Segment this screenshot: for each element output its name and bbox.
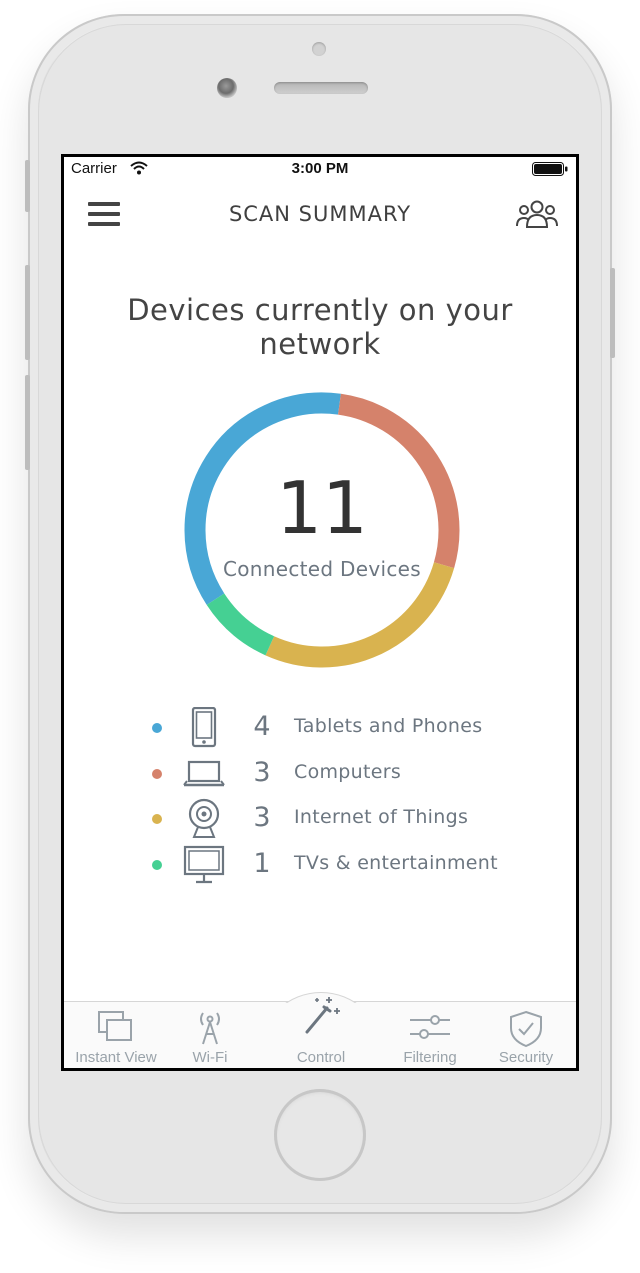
legend-label-tablets: Tablets and Phones [294,715,483,737]
tablet-icon [191,707,217,748]
magic-wand-icon [305,997,340,1034]
tab-label-wifi: Wi-Fi [192,1049,228,1066]
volume-down-button [25,375,30,470]
status-time: 3:00 PM [291,160,349,177]
legend-count-tvs: 1 [253,847,271,879]
status-bar: Carrier 3:00 PM [64,157,576,181]
proximity-sensor [312,42,326,56]
home-button[interactable] [274,1089,366,1181]
tab-label-security: Security [498,1049,554,1066]
legend-item-computers: 3 Computers [152,753,552,799]
tab-label-filtering: Filtering [403,1049,457,1066]
app-screen: Carrier 3:00 PM SCAN SUMMARY Devices cur… [64,157,576,1068]
nav-bar: SCAN SUMMARY [64,185,576,243]
users-group-icon[interactable] [516,199,558,229]
legend-item-tablets: 4 Tablets and Phones [152,707,552,753]
legend-count-iot: 3 [253,802,271,833]
antenna-icon [200,1012,220,1045]
legend-dot-tablets [152,723,162,733]
legend-count-tablets: 4 [253,711,271,742]
legend-dot-computers [152,768,162,779]
devices-heading: Devices currently on your network [127,293,513,361]
tab-control[interactable]: Control [269,997,373,1068]
phone-screen: Carrier 3:00 PM SCAN SUMMARY Devices cur… [61,154,579,1071]
battery-icon [532,162,568,176]
sliders-icon [410,1015,450,1039]
power-button [610,268,615,358]
legend-dot-tvs [152,859,162,870]
tab-label-control: Control [296,1049,346,1066]
tv-icon [183,845,225,883]
shield-check-icon [510,1010,542,1048]
tab-filtering[interactable]: Filtering [378,1002,482,1068]
front-camera-icon [217,78,237,98]
tab-security[interactable]: Security [474,1002,576,1068]
volume-up-button [25,265,30,360]
legend-label-iot: Internet of Things [294,806,469,828]
connected-devices-count: 11 [276,466,368,550]
windows-icon [98,1011,132,1041]
tab-instant-view[interactable]: Instant View [64,1002,168,1068]
donut-segment-tvs-entertainment [206,593,275,656]
connected-devices-label: Connected Devices [223,557,421,581]
device-legend: 4 Tablets and Phones 3 Computers 3 Inter… [152,707,552,889]
legend-dot-iot [152,814,162,824]
legend-label-computers: Computers [294,760,402,783]
legend-label-tvs: TVs & entertainment [294,851,498,874]
webcam-icon [188,798,220,838]
earpiece-speaker [274,82,368,94]
mute-switch [25,160,30,212]
tab-label-instant-view: Instant View [75,1049,157,1066]
legend-item-iot: 3 Internet of Things [152,798,552,844]
tab-wifi[interactable]: Wi-Fi [158,1002,262,1068]
laptop-icon [183,760,225,786]
page-title: SCAN SUMMARY [228,202,412,226]
legend-count-computers: 3 [253,756,271,788]
legend-item-tvs: 1 TVs & entertainment [152,844,552,890]
tab-bar: Instant View Wi-Fi Control Filtering Sec… [64,992,576,1068]
